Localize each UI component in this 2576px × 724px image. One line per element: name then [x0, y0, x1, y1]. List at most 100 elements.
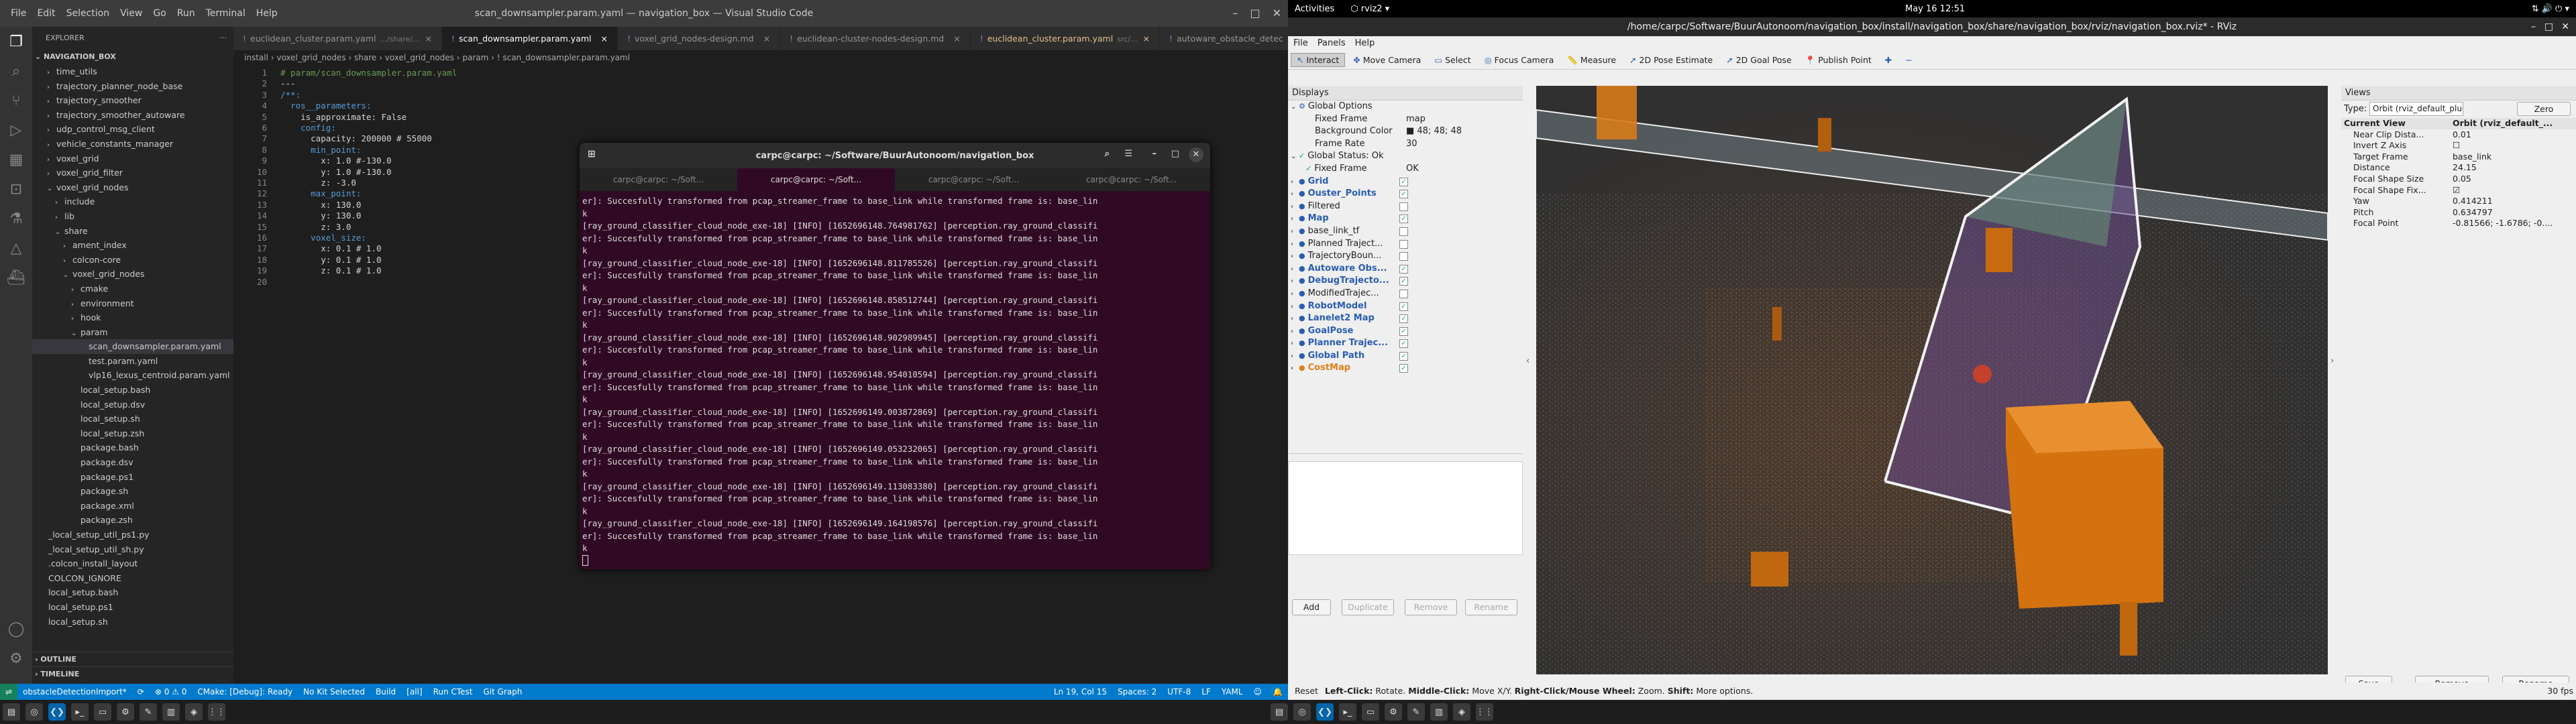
display-checkbox[interactable]: ✓: [1399, 351, 1408, 361]
display-item[interactable]: Frame Rate 30: [1288, 138, 1523, 151]
browser-icon-2[interactable]: ◎: [1293, 703, 1311, 721]
tool-select[interactable]: ▭ Select: [1429, 54, 1476, 66]
rviz-close-icon[interactable]: ✕: [2561, 17, 2569, 36]
chevron-icon[interactable]: ›: [1291, 239, 1299, 251]
chevron-icon[interactable]: ›: [1291, 251, 1299, 263]
tree-item[interactable]: test.param.yaml: [32, 354, 233, 369]
tree-item[interactable]: › hook: [32, 310, 233, 325]
problems-status[interactable]: ⊗ 0 ⚠ 0: [150, 687, 193, 697]
clock[interactable]: May 16 12:51: [1905, 4, 1965, 14]
display-checkbox[interactable]: ✓: [1399, 339, 1408, 349]
monitor-icon[interactable]: ▥: [162, 703, 180, 721]
display-item[interactable]: › ● Lanelet2 Map ✓: [1288, 312, 1523, 325]
tree-item[interactable]: › trajectory_smoother: [32, 93, 233, 108]
terminal-minimize-icon[interactable]: –: [1152, 149, 1157, 159]
app-grid-icon-2[interactable]: ⋮⋮: [1476, 703, 1493, 721]
display-value[interactable]: 30: [1406, 138, 1417, 151]
tab-close-icon[interactable]: ×: [1142, 34, 1149, 44]
chevron-icon[interactable]: ›: [1291, 363, 1299, 375]
tool-2d-goal-pose[interactable]: ➚ 2D Goal Pose: [1721, 54, 1796, 66]
display-value[interactable]: OK: [1406, 163, 1419, 176]
menu-file[interactable]: File: [5, 0, 32, 27]
menu-help[interactable]: Help: [251, 0, 283, 27]
menu-go[interactable]: Go: [148, 0, 171, 27]
rviz-icon-2[interactable]: ◈: [1453, 703, 1470, 721]
files-icon-2[interactable]: ▤: [1271, 703, 1288, 721]
tab-close-icon[interactable]: ×: [425, 34, 431, 44]
manage-gear-icon[interactable]: ⚙: [7, 649, 25, 668]
chevron-icon[interactable]: ›: [1291, 351, 1299, 363]
rviz-menu-panels[interactable]: Panels: [1318, 36, 1346, 51]
system-tray[interactable]: ⇅ 🔊 ⏻ ▾: [2532, 4, 2569, 14]
feedback-icon[interactable]: ☺: [1248, 687, 1268, 697]
remove-display-button[interactable]: Remove: [1405, 599, 1457, 615]
terminal-close-icon[interactable]: ✕: [1189, 147, 1203, 162]
tool-2d-pose-estimate[interactable]: ➚ 2D Pose Estimate: [1624, 54, 1718, 66]
settings-icon-2[interactable]: ⚙: [1385, 703, 1402, 721]
rviz-menu-help[interactable]: Help: [1355, 36, 1375, 51]
tree-item[interactable]: scan_downsampler.param.yaml: [32, 339, 233, 354]
chevron-icon[interactable]: ›: [1291, 326, 1299, 339]
app-menu[interactable]: ⬡ rviz2 ▾: [1334, 4, 1389, 14]
git-graph-button[interactable]: Git Graph: [478, 687, 527, 697]
tree-item[interactable]: ⌄ voxel_grid_nodes: [32, 180, 233, 195]
maximize-icon[interactable]: □: [1250, 0, 1260, 27]
view-property[interactable]: Invert Z Axis ☐: [2341, 140, 2576, 152]
rviz-menu-file[interactable]: File: [1293, 36, 1308, 51]
tree-item[interactable]: package.zsh: [32, 513, 233, 528]
display-item[interactable]: › ● CostMap ✓: [1288, 362, 1523, 375]
tree-item[interactable]: › voxel_grid_filter: [32, 166, 233, 180]
terminal-maximize-icon[interactable]: □: [1171, 149, 1179, 159]
display-checkbox[interactable]: [1399, 239, 1408, 249]
run-ctest-button[interactable]: Run CTest: [428, 687, 478, 697]
text-editor-icon[interactable]: ✎: [140, 703, 157, 721]
notifications-icon[interactable]: 🔔: [1267, 687, 1288, 697]
view-property[interactable]: Pitch 0.634797: [2341, 207, 2576, 219]
view-property[interactable]: Yaw 0.414211: [2341, 196, 2576, 207]
view-property-value[interactable]: 24.15: [2453, 162, 2477, 174]
source-control-icon[interactable]: ⑂: [7, 91, 25, 110]
display-item[interactable]: › ● Filtered: [1288, 200, 1523, 213]
display-checkbox[interactable]: ✓: [1399, 364, 1408, 373]
activities-button[interactable]: Activities: [1288, 4, 1334, 14]
terminal-tab[interactable]: carpc@carpc: ~/Soft...: [737, 168, 895, 191]
chevron-icon[interactable]: ⌄: [1291, 151, 1299, 164]
docker-icon[interactable]: ⛴: [7, 268, 25, 287]
display-item[interactable]: › ● Ouster_Points ✓: [1288, 188, 1523, 200]
tree-item[interactable]: › vehicle_constants_manager: [32, 137, 233, 152]
duplicate-display-button[interactable]: Duplicate: [1342, 599, 1394, 615]
app-grid-icon[interactable]: ⋮⋮: [208, 703, 225, 721]
eol[interactable]: LF: [1196, 687, 1216, 697]
view-property-value[interactable]: -0.81566; -1.6786; -0....: [2453, 218, 2553, 229]
run-debug-icon[interactable]: ▷: [7, 121, 25, 139]
tree-item[interactable]: .colcon_install_layout: [32, 556, 233, 571]
breadcrumb[interactable]: install › voxel_grid_nodes › share › vox…: [233, 50, 1288, 65]
display-item[interactable]: › ● Grid ✓: [1288, 176, 1523, 188]
encoding[interactable]: UTF-8: [1162, 687, 1196, 697]
folder-icon-2[interactable]: ▭: [1362, 703, 1379, 721]
chevron-icon[interactable]: ›: [1291, 263, 1299, 276]
view-property-value[interactable]: 0.01: [2453, 129, 2471, 141]
tree-item[interactable]: › include: [32, 194, 233, 209]
tree-item[interactable]: › voxel_grid: [32, 152, 233, 166]
explorer-icon[interactable]: ❐: [7, 32, 25, 51]
browser-icon[interactable]: ◎: [25, 703, 43, 721]
tree-item[interactable]: local_setup.sh: [32, 615, 233, 629]
terminal-icon[interactable]: ▸_: [71, 703, 89, 721]
display-checkbox[interactable]: [1399, 252, 1408, 261]
menu-edit[interactable]: Edit: [32, 0, 60, 27]
menu-view[interactable]: View: [115, 0, 148, 27]
close-icon[interactable]: ✕: [1273, 0, 1281, 27]
display-item[interactable]: › ● Global Path ✓: [1288, 350, 1523, 363]
tree-item[interactable]: › time_utils: [32, 64, 233, 79]
zero-button[interactable]: Zero: [2517, 102, 2571, 116]
text-editor-icon-2[interactable]: ✎: [1407, 703, 1425, 721]
tree-item[interactable]: package.ps1: [32, 470, 233, 485]
right-splitter-arrow-icon[interactable]: ›: [2330, 356, 2334, 366]
view-type-select[interactable]: Orbit (rviz_default_plugins): [2369, 102, 2463, 116]
search-icon[interactable]: ⌕: [7, 62, 25, 80]
tree-item[interactable]: › environment: [32, 296, 233, 311]
display-item[interactable]: › ● ModifiedTrajec...: [1288, 288, 1523, 300]
tree-item[interactable]: local_setup.zsh: [32, 426, 233, 441]
tab-close-icon[interactable]: ×: [763, 34, 770, 44]
